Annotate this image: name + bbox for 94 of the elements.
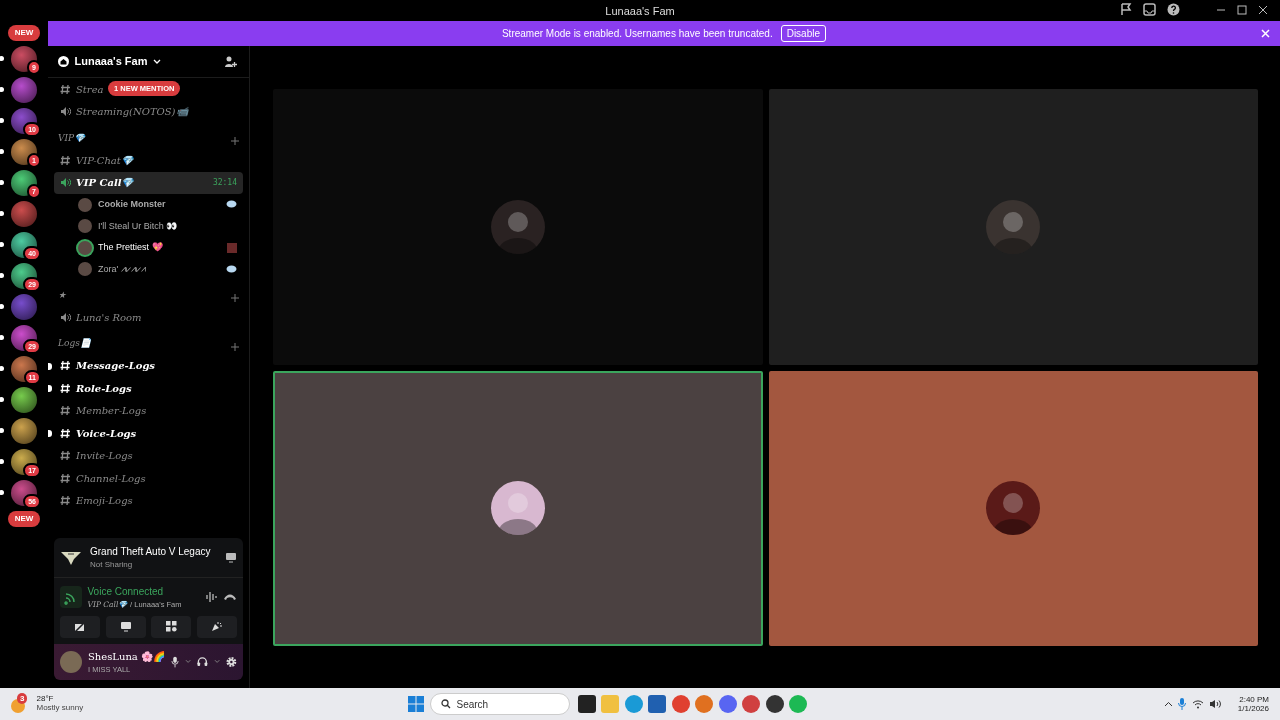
weather-icon[interactable]	[11, 699, 25, 713]
voice-status: Voice Connected	[87, 585, 165, 599]
channel-item[interactable]: VIP-Chat💎	[54, 149, 137, 172]
file-icon[interactable]	[577, 695, 596, 713]
hash-icon	[60, 382, 71, 394]
activities-button[interactable]	[151, 615, 192, 638]
app-icon[interactable]	[765, 695, 784, 713]
camera-off-button[interactable]	[60, 615, 101, 638]
video-tile[interactable]	[768, 370, 1258, 646]
disable-button[interactable]: Disable	[780, 25, 827, 42]
speaker-icon	[60, 311, 71, 323]
clock-time[interactable]: 2:40 PM	[1237, 694, 1269, 704]
search-field[interactable]: Search	[429, 693, 570, 715]
username: ShesLuna 🌸🌈	[88, 649, 165, 664]
add-channel-icon[interactable]	[231, 342, 239, 351]
chevron-up-icon[interactable]	[1163, 701, 1173, 707]
flag-icon[interactable]	[1120, 3, 1132, 16]
screen-share-button[interactable]	[105, 615, 146, 638]
settings-icon[interactable]	[226, 655, 237, 668]
member-name[interactable]: Zora' ⩘⩗⩘⩗⩘	[98, 262, 146, 276]
channel-item[interactable]: Voice-Logs	[54, 422, 141, 445]
category-header[interactable]: VIP💎	[58, 131, 86, 145]
video-tile[interactable]	[273, 370, 763, 646]
add-channel-icon[interactable]	[231, 137, 239, 145]
channel-item[interactable]: Luna's Room	[54, 306, 146, 329]
search-icon	[440, 699, 451, 709]
maximize-icon[interactable]	[1237, 4, 1247, 15]
channel-item[interactable]: Streaming(NOTOS)📹	[54, 100, 192, 123]
server-name[interactable]: Lunaaa's Fam	[74, 53, 148, 70]
wifi-icon[interactable]	[1191, 699, 1204, 709]
close-icon[interactable]	[1258, 4, 1268, 15]
member-name[interactable]: The Prettiest 💖	[98, 241, 163, 255]
call-timer: 32:14	[212, 176, 237, 189]
member-name[interactable]: Cookie Monster	[98, 198, 166, 212]
channel-item[interactable]: Strea	[54, 78, 108, 101]
channel-item[interactable]: Member-Logs	[54, 399, 151, 422]
temperature: 28°F	[36, 695, 55, 704]
browser-icon[interactable]	[742, 695, 761, 713]
hash-icon	[60, 154, 71, 166]
close-icon[interactable]	[1261, 26, 1270, 40]
browser-icon[interactable]	[671, 695, 690, 713]
banner-text: Streamer Mode is enabled. Usernames have been truncated.	[501, 27, 773, 41]
add-channel-icon[interactable]	[231, 294, 239, 302]
user-avatar[interactable]	[60, 650, 82, 673]
game-icon	[60, 549, 82, 566]
chat-icon[interactable]	[718, 695, 737, 713]
channel-item[interactable]: VIP Call💎 32:14	[54, 171, 243, 194]
start-icon[interactable]	[408, 696, 424, 712]
channel-item[interactable]: Invite-Logs	[54, 444, 137, 467]
add-member-icon[interactable]	[224, 55, 237, 68]
screen-icon	[119, 621, 132, 633]
channel-item[interactable]: Channel-Logs	[54, 467, 150, 490]
grid-icon	[165, 621, 177, 633]
microphone-icon[interactable]	[171, 655, 180, 668]
soundwave-icon[interactable]	[205, 591, 218, 604]
notification-badge: 3	[17, 693, 28, 704]
hash-icon	[60, 495, 71, 507]
channel-item[interactable]: Emoji-Logs	[54, 489, 137, 512]
soundboard-button[interactable]	[196, 615, 237, 638]
hash-icon	[60, 83, 71, 95]
category-header[interactable]: ★	[58, 288, 66, 302]
disconnect-icon[interactable]	[223, 593, 237, 602]
channel-item[interactable]: Message-Logs	[54, 354, 159, 377]
new-pill[interactable]: NEW	[7, 511, 41, 527]
help-icon[interactable]	[1167, 3, 1180, 16]
party-popper-icon	[211, 621, 223, 633]
member-name[interactable]: I'll Steal Ur Bitch 👀	[98, 219, 178, 233]
weather-condition: Mostly sunny	[36, 704, 84, 713]
inbox-icon[interactable]	[1143, 3, 1156, 16]
channel-item[interactable]: Role-Logs	[54, 377, 136, 400]
activity-title: Grand Theft Auto V Legacy	[90, 545, 212, 559]
screen-share-icon[interactable]	[225, 552, 237, 563]
headphones-icon[interactable]	[197, 656, 209, 668]
volume-icon[interactable]	[1209, 699, 1222, 709]
video-tile[interactable]	[273, 89, 763, 365]
speaker-icon	[60, 106, 71, 118]
store-icon[interactable]	[648, 695, 667, 713]
hash-icon	[60, 427, 71, 439]
activity-subtitle: Not Sharing	[90, 559, 134, 571]
category-header[interactable]: Logs📄	[58, 337, 91, 351]
hash-icon	[60, 405, 71, 417]
hash-icon	[60, 472, 71, 484]
hash-icon	[60, 360, 71, 372]
window-title: Lunaaa's Fam	[605, 4, 675, 19]
browser-icon[interactable]	[624, 695, 643, 713]
member-avatar[interactable]	[78, 240, 92, 255]
home-icon	[58, 56, 69, 67]
video-tile[interactable]	[768, 89, 1258, 365]
clock-date[interactable]: 1/1/2026	[1237, 704, 1269, 714]
camera-off-icon	[74, 621, 87, 632]
hash-icon	[60, 450, 71, 462]
signal-icon	[60, 586, 82, 609]
new-pill[interactable]: NEW	[7, 25, 41, 41]
speaker-icon	[60, 177, 71, 189]
